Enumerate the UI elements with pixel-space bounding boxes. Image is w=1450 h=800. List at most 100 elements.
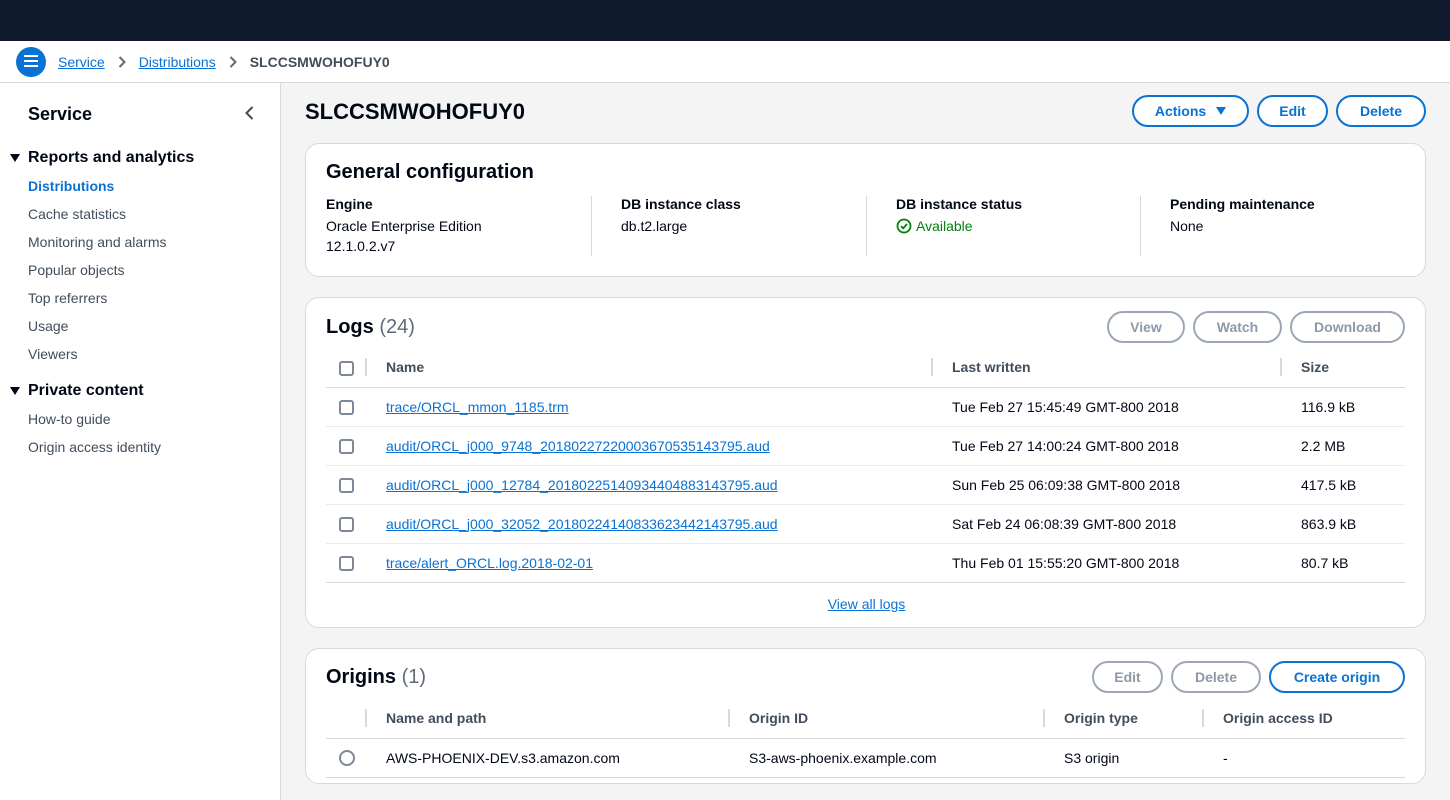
chevron-left-icon[interactable] (242, 105, 258, 121)
column-header-size[interactable]: Size (1280, 348, 1405, 388)
column-divider (1202, 709, 1204, 727)
sidebar-item-viewers[interactable]: Viewers (28, 346, 78, 362)
origin-edit-button[interactable]: Edit (1092, 661, 1163, 693)
status-indicator: Available (896, 216, 1136, 236)
sidebar-item-distributions[interactable]: Distributions (28, 178, 114, 194)
engine-field: Engine Oracle Enterprise Edition 12.1.0.… (326, 196, 586, 258)
logs-table: Name Last written Size trace/ORCL_mmon_1… (326, 348, 1405, 583)
origin-type-cell: S3 origin (1064, 738, 1223, 778)
hamburger-icon (24, 54, 38, 70)
breadcrumb-service[interactable]: Service (58, 54, 105, 70)
pending-maintenance-value: None (1170, 218, 1204, 234)
sidebar-item-cache-statistics[interactable]: Cache statistics (28, 206, 126, 222)
sidebar-header[interactable]: Service (28, 104, 92, 125)
view-all-logs-link[interactable]: View all logs (828, 596, 906, 612)
field-label: DB instance class (621, 196, 741, 212)
select-cell (326, 504, 386, 544)
sidebar-item-usage[interactable]: Usage (28, 318, 68, 334)
row-checkbox[interactable] (339, 477, 354, 493)
column-header-name[interactable]: Name (365, 348, 952, 388)
column-divider (728, 709, 730, 727)
breadcrumb-distributions[interactable]: Distributions (139, 54, 216, 70)
row-radio[interactable] (339, 750, 355, 767)
column-divider (1043, 709, 1045, 727)
column-divider (1280, 358, 1282, 376)
create-origin-button[interactable]: Create origin (1269, 661, 1405, 693)
log-file-link[interactable]: trace/ORCL_mmon_1185.trm (386, 399, 569, 415)
origins-title: Origins (326, 666, 397, 688)
last-written-cell: Sat Feb 24 06:08:39 GMT-800 2018 (952, 504, 1301, 544)
column-header-label: Name and path (386, 710, 487, 727)
sidebar-item-monitoring[interactable]: Monitoring and alarms (28, 234, 167, 250)
name-cell: trace/ORCL_mmon_1185.trm (386, 387, 952, 427)
caret-down-icon (10, 154, 20, 162)
side-navigation: Service Reports and analytics Distributi… (0, 83, 281, 800)
table-row: trace/alert_ORCL.log.2018-02-01 Thu Feb … (326, 543, 1405, 583)
name-cell: audit/ORCL_j000_9748_2018022722000367053… (386, 426, 952, 466)
size-cell: 80.7 kB (1301, 543, 1405, 583)
watch-button[interactable]: Watch (1193, 311, 1282, 343)
top-navigation-bar (0, 0, 1450, 41)
column-header-origin-access-id[interactable]: Origin access ID (1202, 699, 1405, 739)
origins-table: Name and path Origin ID Origin type Orig… (326, 699, 1405, 778)
edit-button[interactable]: Edit (1257, 95, 1328, 127)
name-cell: audit/ORCL_j000_12784_201802251409344048… (386, 465, 952, 505)
panel-title: General configuration (326, 161, 534, 183)
table-header-row: Name and path Origin ID Origin type Orig… (326, 699, 1405, 739)
origin-delete-button[interactable]: Delete (1171, 661, 1261, 693)
row-checkbox[interactable] (339, 399, 354, 415)
column-header-origin-type[interactable]: Origin type (1043, 699, 1223, 739)
divider (591, 196, 592, 256)
sidebar-item-top-referrers[interactable]: Top referrers (28, 290, 107, 306)
size-cell: 417.5 kB (1301, 465, 1405, 505)
table-row: AWS-PHOENIX-DEV.s3.amazon.com S3-aws-pho… (326, 738, 1405, 778)
menu-button[interactable] (16, 46, 46, 77)
table-row: audit/ORCL_j000_9748_2018022722000367053… (326, 426, 1405, 466)
divider (866, 196, 867, 256)
row-checkbox[interactable] (339, 516, 354, 532)
column-header-label: Origin type (1064, 710, 1138, 727)
column-header-label: Name (386, 359, 425, 376)
origin-id-cell: S3-aws-phoenix.example.com (749, 738, 1064, 778)
log-file-link[interactable]: audit/ORCL_j000_32052_201802241408336234… (386, 516, 778, 532)
row-checkbox[interactable] (339, 555, 354, 571)
select-all-cell (326, 348, 386, 388)
delete-button[interactable]: Delete (1336, 95, 1426, 127)
actions-button[interactable]: Actions (1132, 95, 1249, 127)
main-content: SLCCSMWOHOFUY0 Actions Edit Delete Gener… (281, 83, 1450, 800)
sidebar-section-label: Reports and analytics (28, 149, 195, 166)
origins-panel: Origins (1) Edit Delete Create origin Na… (305, 648, 1426, 784)
chevron-right-icon (112, 55, 132, 69)
last-written-cell: Sun Feb 25 06:09:38 GMT-800 2018 (952, 465, 1301, 505)
instance-class-value: db.t2.large (621, 218, 688, 234)
size-cell: 116.9 kB (1301, 387, 1405, 427)
select-all-checkbox[interactable] (339, 360, 354, 376)
view-button[interactable]: View (1107, 311, 1185, 343)
log-file-link[interactable]: audit/ORCL_j000_9748_2018022722000367053… (386, 438, 770, 454)
breadcrumb-current: SLCCSMWOHOFUY0 (249, 53, 390, 70)
column-header-name-and-path[interactable]: Name and path (365, 699, 749, 739)
select-cell (326, 387, 386, 427)
log-file-link[interactable]: audit/ORCL_j000_12784_201802251409344048… (386, 477, 778, 493)
table-row: trace/ORCL_mmon_1185.trm Tue Feb 27 15:4… (326, 387, 1405, 427)
view-all-logs-container: View all logs (306, 596, 1427, 612)
engine-value-2: 12.1.0.2.v7 (326, 238, 396, 254)
sidebar-item-origin-access-identity[interactable]: Origin access identity (28, 439, 161, 455)
breadcrumb: Service Distributions SLCCSMWOHOFUY0 (0, 41, 1450, 83)
log-file-link[interactable]: trace/alert_ORCL.log.2018-02-01 (386, 555, 593, 571)
sidebar-section-reports[interactable]: Reports and analytics (10, 149, 194, 167)
column-header-last-written[interactable]: Last written (931, 348, 1301, 388)
column-header-label: Origin access ID (1223, 710, 1333, 727)
field-label: Engine (326, 196, 373, 212)
download-button[interactable]: Download (1290, 311, 1405, 343)
table-row: audit/ORCL_j000_12784_201802251409344048… (326, 465, 1405, 505)
panel-title: Origins (1) (326, 666, 426, 689)
column-header-label: Last written (952, 359, 1031, 376)
sidebar-section-private[interactable]: Private content (10, 382, 144, 400)
row-checkbox[interactable] (339, 438, 354, 454)
sidebar-item-popular-objects[interactable]: Popular objects (28, 262, 125, 278)
table-header-row: Name Last written Size (326, 348, 1405, 388)
logs-title: Logs (326, 316, 374, 338)
column-header-origin-id[interactable]: Origin ID (728, 699, 1064, 739)
sidebar-item-how-to-guide[interactable]: How-to guide (28, 411, 111, 427)
